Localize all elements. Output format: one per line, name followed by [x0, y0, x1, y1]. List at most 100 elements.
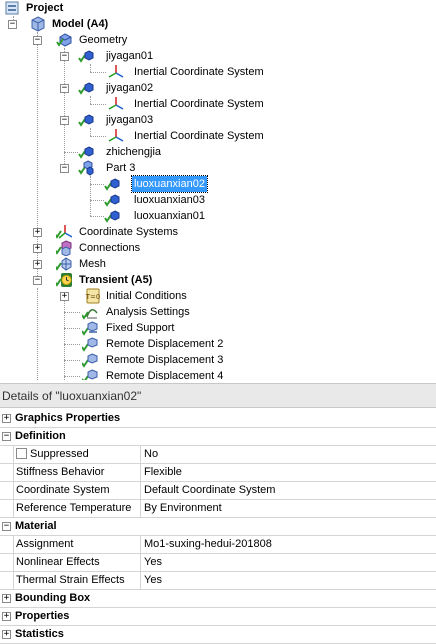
expand-toggle[interactable]: + [2, 612, 11, 621]
category-label: Graphics Properties [15, 412, 121, 424]
property-value[interactable]: Yes [141, 554, 162, 571]
property-name: Nonlinear Effects [13, 554, 141, 571]
tree-label: Part 3 [106, 162, 136, 174]
tree-label: jiyagan01 [106, 50, 154, 62]
expand-toggle[interactable]: + [60, 292, 69, 301]
category-statistics[interactable]: + Statistics [0, 626, 436, 644]
collapse-toggle[interactable]: − [60, 116, 69, 125]
tree-label: luoxuanxian01 [134, 210, 205, 222]
tree-label: Connections [79, 242, 141, 254]
category-definition[interactable]: − Definition [0, 428, 436, 446]
transient-analysis-icon [56, 273, 72, 287]
collapse-toggle[interactable]: − [33, 36, 42, 45]
property-name: Reference Temperature [13, 500, 141, 517]
property-row-assignment[interactable]: Assignment Mo1-suxing-hedui-201808 [0, 536, 436, 554]
tree-label: Remote Displacement 2 [106, 338, 224, 350]
expand-toggle[interactable]: + [2, 630, 11, 639]
property-name: Assignment [13, 536, 141, 553]
expand-toggle[interactable]: + [2, 594, 11, 603]
tree-label: Mesh [79, 258, 106, 270]
geometry-icon [56, 33, 72, 47]
property-row-suppressed[interactable]: Suppressed No [0, 446, 436, 464]
coordinate-system-icon [108, 65, 124, 78]
tree-line [90, 72, 106, 73]
tree-line [64, 344, 80, 345]
suppressed-checkbox[interactable] [16, 448, 27, 459]
tree-label: Analysis Settings [106, 306, 190, 318]
remote-displacement-icon [82, 369, 98, 380]
collapse-toggle[interactable]: − [60, 52, 69, 61]
property-row-thermal-strain-effects[interactable]: Thermal Strain Effects Yes [0, 572, 436, 590]
fixed-support-icon [82, 321, 98, 336]
tree-label: Coordinate Systems [79, 226, 179, 238]
details-panel-title: Details of "luoxuanxian02" [0, 383, 436, 408]
tree-line [90, 128, 91, 136]
initial-conditions-icon: T=0 [85, 288, 100, 304]
tree-line [64, 312, 80, 313]
tree-label: Inertial Coordinate System [134, 66, 264, 78]
tree-line [90, 96, 91, 104]
category-label: Properties [15, 610, 70, 622]
collapse-toggle[interactable]: − [8, 20, 17, 29]
property-row-coordinate-system[interactable]: Coordinate System Default Coordinate Sys… [0, 482, 436, 500]
tree-label: Fixed Support [106, 322, 175, 334]
property-value[interactable]: Default Coordinate System [141, 482, 275, 499]
collapse-toggle[interactable]: − [33, 276, 42, 285]
expand-toggle[interactable]: + [33, 260, 42, 269]
mesh-icon [56, 257, 72, 271]
collapse-toggle[interactable]: − [60, 84, 69, 93]
category-label: Bounding Box [15, 592, 91, 604]
tree-line [90, 64, 91, 72]
property-row-nonlinear-effects[interactable]: Nonlinear Effects Yes [0, 554, 436, 572]
tree-line [90, 176, 91, 216]
property-name: Coordinate System [13, 482, 141, 499]
tree-line [90, 200, 104, 201]
category-properties[interactable]: + Properties [0, 608, 436, 626]
expand-toggle[interactable]: + [2, 414, 11, 423]
property-value[interactable]: Yes [141, 572, 162, 589]
coordinate-system-icon [108, 129, 124, 142]
property-row-reference-temperature[interactable]: Reference Temperature By Environment [0, 500, 436, 518]
property-value[interactable]: Flexible [141, 464, 182, 481]
body-icon [104, 178, 120, 191]
category-label: Statistics [15, 628, 64, 640]
tree-line [90, 104, 106, 105]
tree-label: Initial Conditions [106, 290, 187, 302]
details-grid: + Graphics Properties − Definition Suppr… [0, 410, 436, 644]
coordinate-system-icon [108, 97, 124, 110]
tree-label: Model (A4) [52, 18, 109, 30]
category-material[interactable]: − Material [0, 518, 436, 536]
expand-toggle[interactable]: + [33, 244, 42, 253]
tree-label: Remote Displacement 3 [106, 354, 224, 366]
tree-line [90, 216, 104, 217]
category-bounding-box[interactable]: + Bounding Box [0, 590, 436, 608]
collapse-toggle[interactable]: − [2, 522, 11, 531]
tree-line [90, 184, 104, 185]
property-row-stiffness-behavior[interactable]: Stiffness Behavior Flexible [0, 464, 436, 482]
property-name: Thermal Strain Effects [13, 572, 141, 589]
tree-line [64, 152, 78, 153]
tree-line [64, 360, 80, 361]
outline-tree: Project − Model (A4) − Geometry − jiyaga… [0, 0, 436, 380]
property-value[interactable]: Mo1-suxing-hedui-201808 [141, 536, 272, 553]
tree-line [64, 376, 80, 377]
collapse-toggle[interactable]: − [2, 432, 11, 441]
tree-label: zhichengjia [106, 146, 162, 158]
tree-label: luoxuanxian03 [134, 194, 205, 206]
coordinate-systems-icon [56, 225, 72, 239]
tree-line [64, 328, 80, 329]
tree-line [64, 296, 65, 380]
tree-label: jiyagan03 [106, 114, 154, 126]
tree-label: Remote Displacement 4 [106, 370, 224, 380]
expand-toggle[interactable]: + [33, 228, 42, 237]
remote-displacement-icon [82, 337, 98, 352]
multibody-part-icon [78, 160, 94, 176]
property-value[interactable]: By Environment [141, 500, 222, 517]
category-graphics-properties[interactable]: + Graphics Properties [0, 410, 436, 428]
property-value[interactable]: No [141, 446, 158, 463]
tree-label: Inertial Coordinate System [134, 98, 264, 110]
tree-label: Inertial Coordinate System [134, 130, 264, 142]
tree-label-selected: luoxuanxian02 [131, 175, 208, 193]
collapse-toggle[interactable]: − [60, 164, 69, 173]
analysis-settings-icon [82, 309, 98, 320]
